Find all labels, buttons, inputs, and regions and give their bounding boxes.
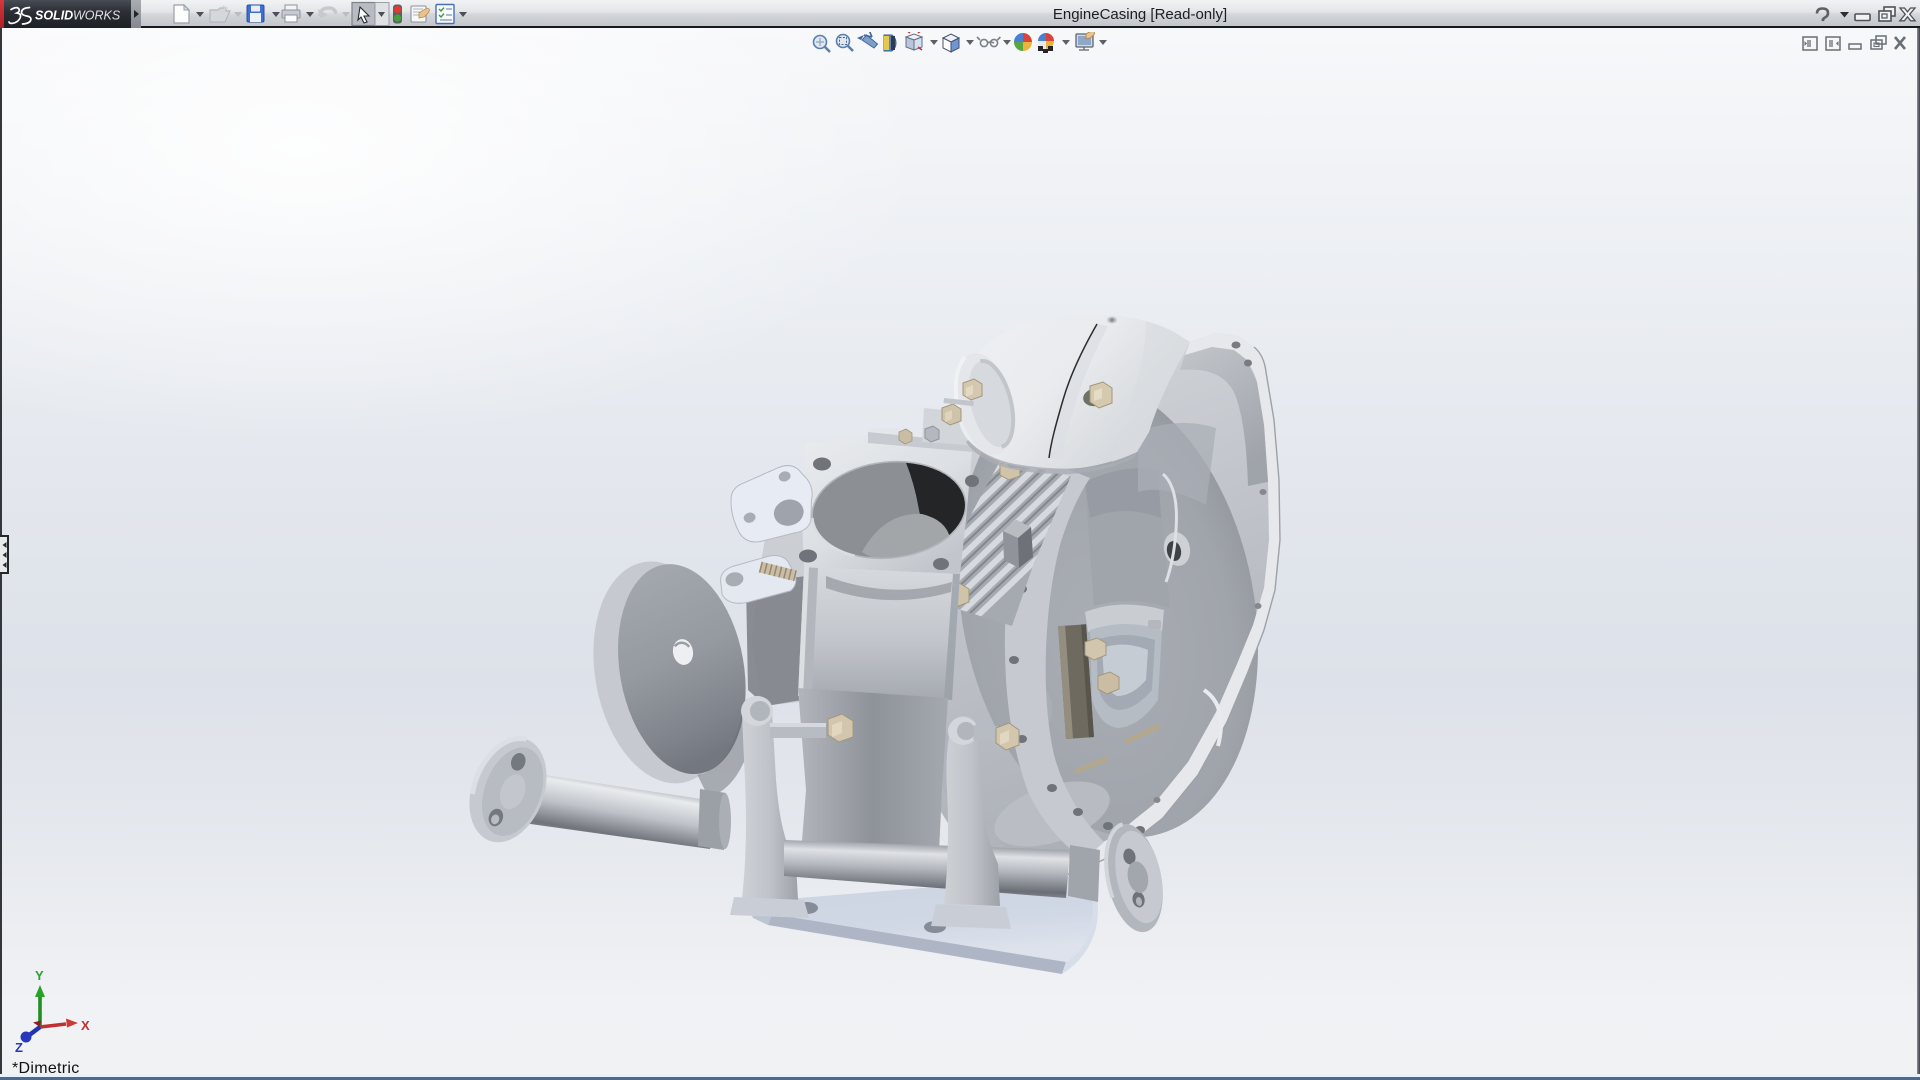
svg-text:SOLID: SOLID bbox=[35, 9, 73, 23]
svg-text:WORKS: WORKS bbox=[73, 9, 121, 23]
svg-text:Z: Z bbox=[15, 1040, 23, 1055]
svg-text:Y: Y bbox=[35, 968, 44, 983]
svg-text:X: X bbox=[81, 1018, 90, 1033]
